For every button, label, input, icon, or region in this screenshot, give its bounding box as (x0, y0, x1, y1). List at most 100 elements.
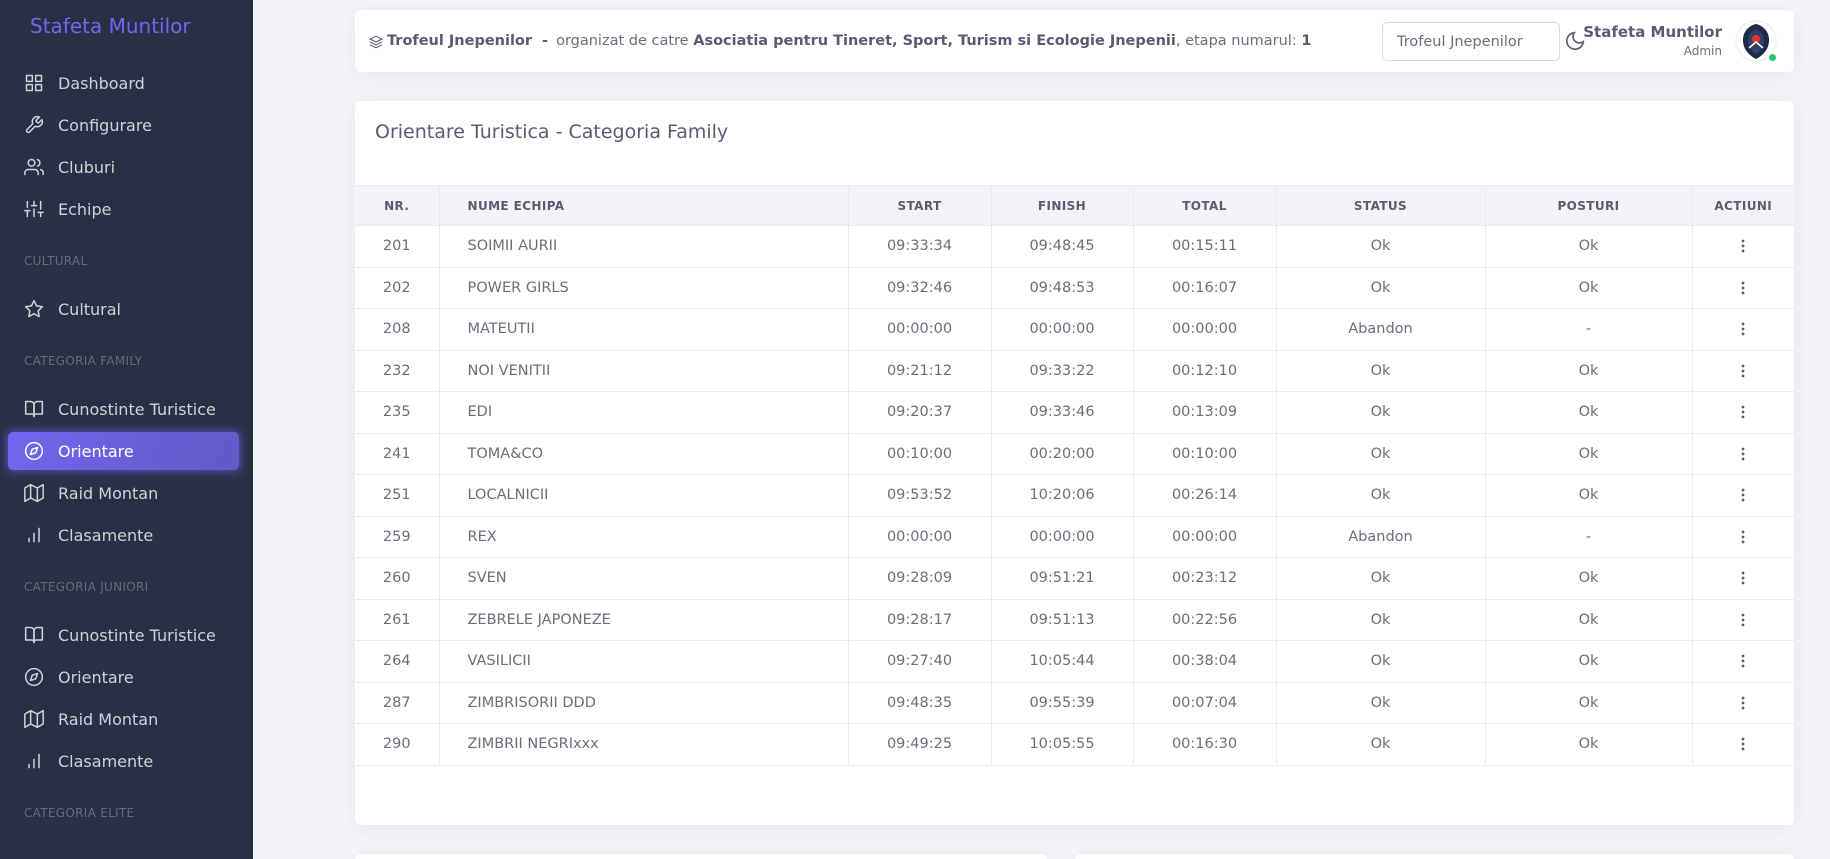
cell-nr: 260 (355, 557, 440, 600)
sidebar-item-label: Clasamente (58, 525, 154, 545)
more-vertical-icon[interactable] (1735, 570, 1751, 586)
more-vertical-icon[interactable] (1735, 612, 1751, 628)
cell-actions (1692, 723, 1794, 766)
cell-finish: 09:48:45 (991, 225, 1134, 268)
more-vertical-icon[interactable] (1735, 695, 1751, 711)
bar-chart-icon (28, 527, 40, 543)
sidebar-item-label: Clasamente (58, 751, 154, 771)
col-nume-echipa[interactable]: NUME ECHIPA (439, 185, 849, 226)
cell-status: Ok (1276, 432, 1486, 475)
brand-title[interactable]: Stafeta Muntilor (30, 14, 191, 38)
sidebar-item-juniori-orientare[interactable]: Orientare (8, 658, 239, 696)
col-finish[interactable]: FINISH (991, 185, 1134, 226)
col-total[interactable]: TOTAL (1133, 185, 1277, 226)
sidebar-item-juniori-clasamente[interactable]: Clasamente (8, 742, 239, 780)
table-header-row: NR. NUME ECHIPA START FINISH TOTAL STATU… (355, 185, 1794, 226)
cell-actions (1692, 598, 1794, 641)
results-table: NR. NUME ECHIPA START FINISH TOTAL STATU… (355, 185, 1794, 766)
col-start[interactable]: START (848, 185, 992, 226)
col-actiuni: ACTIUNI (1692, 185, 1794, 226)
user-role: Admin (1683, 44, 1722, 58)
table-row: 290 ZIMBRII NEGRIxxx 09:49:25 10:05:55 00:16… (355, 723, 1794, 766)
more-vertical-icon[interactable] (1735, 529, 1751, 545)
cell-team-name: MATEUTII (439, 308, 849, 351)
sidebar-item-family-clasamente[interactable]: Clasamente (8, 516, 239, 554)
more-vertical-icon[interactable] (1735, 363, 1751, 379)
more-vertical-icon[interactable] (1735, 487, 1751, 503)
col-posturi[interactable]: POSTURI (1485, 185, 1693, 226)
sidebar-item-cluburi[interactable]: Cluburi (8, 148, 239, 186)
cell-status: Ok (1276, 640, 1486, 683)
online-status-dot (1767, 52, 1778, 63)
cell-total: 00:10:00 (1133, 432, 1277, 475)
sidebar-item-dashboard[interactable]: Dashboard (8, 64, 239, 102)
organized-by-label: organizat de catre (556, 33, 689, 49)
table-row: 287 ZIMBRISORII DDD 09:48:35 09:55:39 00:07:… (355, 681, 1794, 724)
sidebar-item-cultural[interactable]: Cultural (8, 290, 239, 328)
cell-team-name: EDI (439, 391, 849, 434)
table-row: 202 POWER GIRLS 09:32:46 09:48:53 00:16:07 Ok… (355, 266, 1794, 309)
sidebar-nav: Dashboard Configurare Cluburi Echipe CUL… (0, 64, 253, 842)
cell-actions (1692, 640, 1794, 683)
cell-status: Ok (1276, 723, 1486, 766)
cell-posturi: Ok (1485, 557, 1693, 600)
stage-label: , etapa numarul: (1175, 33, 1297, 49)
cell-team-name: ZIMBRISORII DDD (439, 681, 849, 724)
more-vertical-icon[interactable] (1735, 446, 1751, 462)
col-status[interactable]: STATUS (1276, 185, 1486, 226)
more-vertical-icon[interactable] (1735, 736, 1751, 752)
sliders-icon (24, 200, 44, 218)
sidebar-item-configurare[interactable]: Configurare (8, 106, 239, 144)
cell-posturi: - (1485, 308, 1693, 351)
cell-nr: 261 (355, 598, 440, 641)
cell-finish: 09:33:22 (991, 349, 1134, 392)
sidebar-item-label: Cluburi (58, 157, 116, 177)
card-title: Orientare Turistica - Categoria Family (375, 121, 729, 143)
section-categoria-family: CATEGORIA FAMILY (24, 354, 143, 368)
cell-actions (1692, 225, 1794, 268)
cell-status: Ok (1276, 266, 1486, 309)
cell-team-name: LOCALNICII (439, 474, 849, 517)
cell-actions (1692, 432, 1794, 475)
table-row: 260 SVEN 09:28:09 09:51:21 00:23:12 Ok Ok (355, 557, 1794, 600)
user-name[interactable]: Stafeta Muntilor (1583, 23, 1722, 41)
sidebar-item-family-orientare[interactable]: Orientare (8, 432, 239, 470)
compass-icon (24, 441, 44, 461)
section-cultural: CULTURAL (24, 254, 88, 268)
cell-total: 00:22:56 (1133, 598, 1277, 641)
map-icon (24, 483, 44, 503)
table-row: 264 VASILICII 09:27:40 10:05:44 00:38:04 Ok Ok (355, 640, 1794, 683)
cell-team-name: POWER GIRLS (439, 266, 849, 309)
cell-start: 09:27:40 (848, 640, 992, 683)
cell-finish: 09:51:21 (991, 557, 1134, 600)
cell-nr: 202 (355, 266, 440, 309)
more-vertical-icon[interactable] (1735, 280, 1751, 296)
more-vertical-icon[interactable] (1735, 238, 1751, 254)
more-vertical-icon[interactable] (1735, 321, 1751, 337)
cell-nr: 264 (355, 640, 440, 683)
book-open-icon (24, 400, 44, 418)
cell-finish: 10:05:44 (991, 640, 1134, 683)
sidebar-item-juniori-raid-montan[interactable]: Raid Montan (8, 700, 239, 738)
cell-start: 00:00:00 (848, 308, 992, 351)
stage-number: 1 (1301, 33, 1312, 49)
sidebar-item-family-raid-montan[interactable]: Raid Montan (8, 474, 239, 512)
sidebar-item-label: Dashboard (58, 73, 145, 93)
sidebar-item-label: Cunostinte Turistice (58, 399, 216, 419)
cell-start: 09:53:52 (848, 474, 992, 517)
table-row: 241 TOMA&CO 00:10:00 00:20:00 00:10:00 Ok Ok (355, 432, 1794, 475)
results-card: Orientare Turistica - Categoria Family N… (355, 101, 1794, 825)
sidebar-item-juniori-cunostinte[interactable]: Cunostinte Turistice (8, 616, 239, 654)
cell-total: 00:00:00 (1133, 308, 1277, 351)
more-vertical-icon[interactable] (1735, 653, 1751, 669)
section-categoria-juniori: CATEGORIA JUNIORI (24, 580, 149, 594)
sidebar-item-echipe[interactable]: Echipe (8, 190, 239, 228)
col-nr[interactable]: NR. (355, 185, 440, 226)
cell-finish: 09:51:13 (991, 598, 1134, 641)
cell-start: 09:32:46 (848, 266, 992, 309)
cell-posturi: Ok (1485, 681, 1693, 724)
sidebar-item-family-cunostinte[interactable]: Cunostinte Turistice (8, 390, 239, 428)
wrench-icon (25, 115, 44, 134)
more-vertical-icon[interactable] (1735, 404, 1751, 420)
competition-select[interactable]: Trofeul Jnepenilor (1382, 22, 1560, 61)
